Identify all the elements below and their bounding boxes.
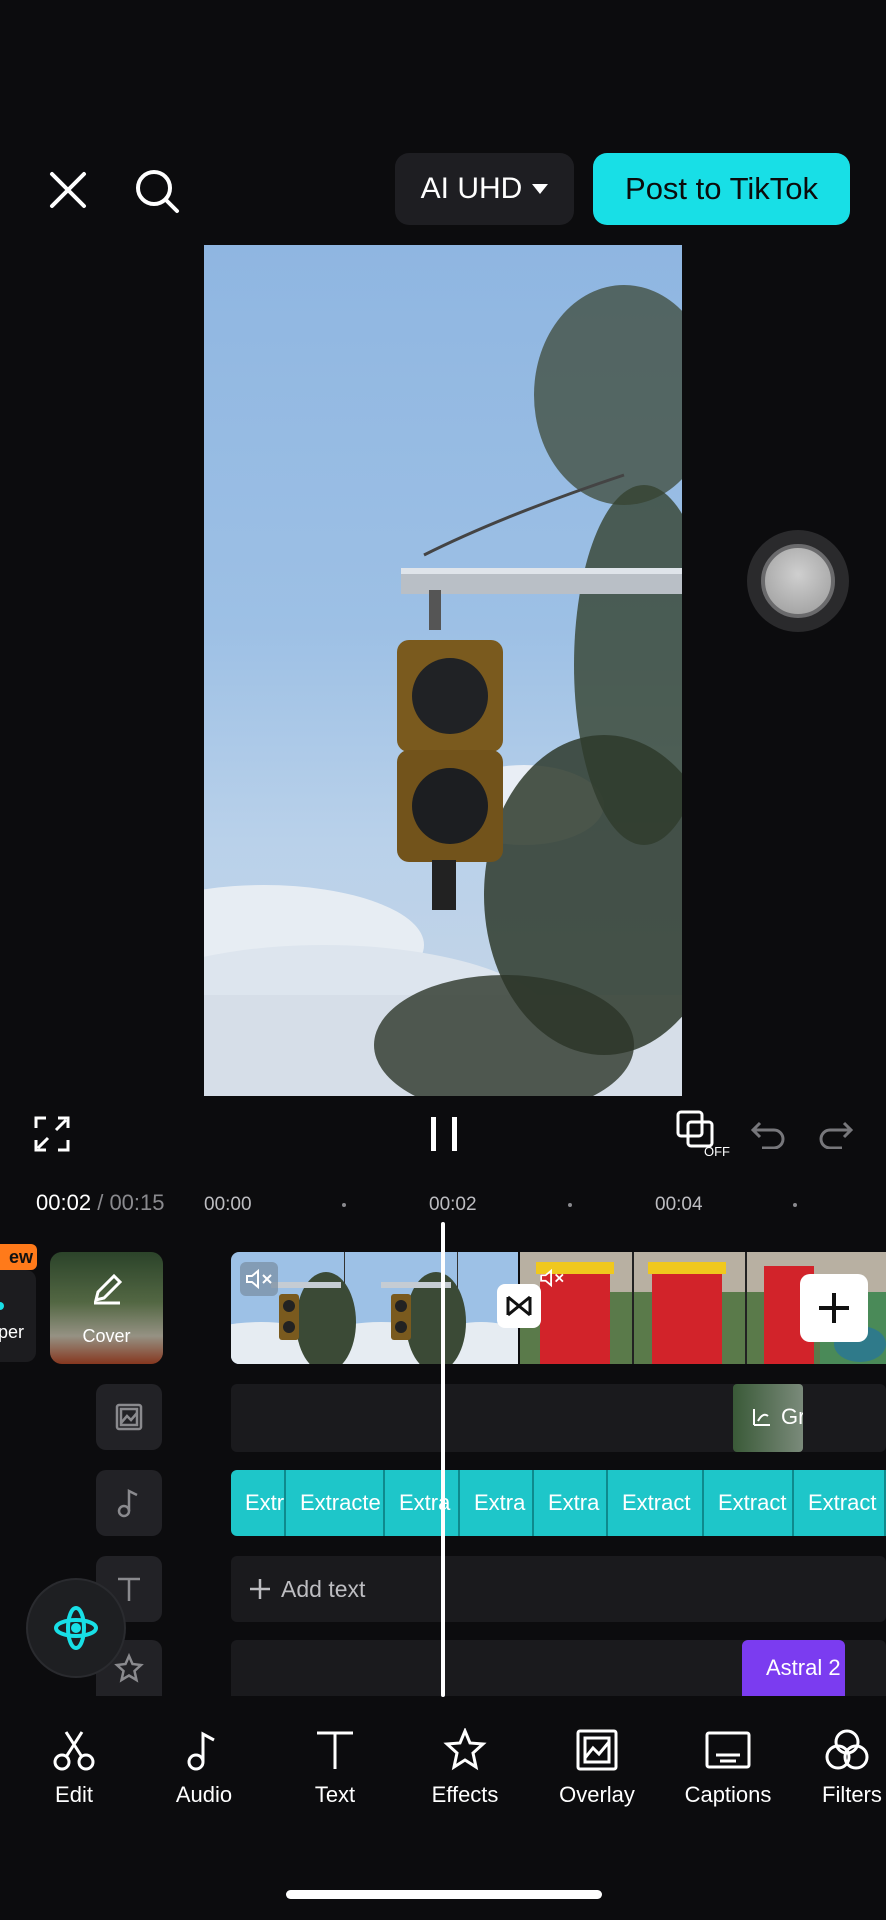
toolbar-text-label: Text [314, 1782, 356, 1807]
overlay-clip[interactable]: Gr [733, 1384, 803, 1452]
timecode: 00:02 / 00:15 [36, 1190, 165, 1216]
music-note-icon [187, 1731, 215, 1771]
toolbar-text[interactable]: Text [275, 1728, 395, 1808]
fullscreen-icon[interactable] [30, 1112, 74, 1156]
ruler-dot [793, 1203, 797, 1207]
cover-label: Cover [82, 1326, 131, 1346]
pause-icon[interactable] [424, 1112, 464, 1156]
toolbar-overlay[interactable]: Overlay [537, 1728, 657, 1808]
quality-label: AI UHD [420, 172, 523, 205]
overlay-track-button[interactable] [96, 1384, 162, 1450]
video-preview[interactable] [204, 245, 682, 1096]
redo-icon[interactable] [816, 1114, 856, 1154]
overlay-icon [576, 1729, 618, 1771]
close-icon[interactable] [44, 166, 92, 214]
toolbar-captions[interactable]: Captions [668, 1728, 788, 1808]
star-icon [443, 1728, 487, 1771]
mute-clip-icon[interactable] [240, 1262, 278, 1296]
audio-segment[interactable]: Extract [794, 1470, 886, 1536]
transition-icon[interactable] [497, 1284, 541, 1328]
audio-track-button[interactable] [96, 1470, 162, 1536]
toolbar-captions-label: Captions [684, 1782, 772, 1807]
add-text-label: Add text [281, 1575, 366, 1602]
audio-segment[interactable]: Extract [704, 1470, 794, 1536]
status-dot [0, 1302, 4, 1310]
text-icon [317, 1731, 353, 1769]
toolbar-effects-label: Effects [431, 1782, 499, 1807]
overlay-link-icon [753, 1409, 770, 1426]
toolbar-audio-label: Audio [175, 1782, 233, 1807]
home-indicator [286, 1890, 602, 1899]
ruler-dot [342, 1203, 346, 1207]
search-icon[interactable] [130, 164, 184, 218]
cover-thumbnail[interactable]: Cover [50, 1252, 163, 1364]
toolbar-overlay-label: Overlay [559, 1782, 635, 1807]
audio-segment[interactable]: Extra [534, 1470, 608, 1536]
orbit-icon [54, 1606, 98, 1650]
filters-icon [825, 1729, 869, 1770]
preview-frame-illustration [204, 285, 682, 1096]
plus-icon [819, 1293, 849, 1323]
total-time: 00:15 [109, 1190, 165, 1215]
new-badge: ew [0, 1244, 37, 1270]
audio-segment[interactable]: Extr [231, 1470, 286, 1536]
effect-clip[interactable]: Astral 2 [742, 1640, 845, 1696]
audio-segment[interactable]: Extra [460, 1470, 534, 1536]
audio-segment[interactable]: Extra [385, 1470, 460, 1536]
side-tool-label: per [0, 1322, 25, 1342]
quality-dropdown[interactable]: AI UHD [395, 153, 574, 225]
music-note-icon [117, 1488, 138, 1518]
current-time: 00:02 [36, 1190, 92, 1215]
ai-assistant-button[interactable] [28, 1580, 124, 1676]
text-icon [118, 1577, 140, 1601]
star-icon [114, 1653, 144, 1683]
pencil-icon [93, 1273, 123, 1305]
toolbar-filters-label: Filters [822, 1782, 882, 1807]
floating-assist-button[interactable] [747, 530, 849, 632]
plus-icon [250, 1579, 270, 1599]
toolbar-effects[interactable]: Effects [405, 1728, 525, 1808]
keyframe-off-icon[interactable]: OFF [674, 1108, 730, 1160]
toolbar-filters[interactable]: Filters [798, 1728, 886, 1808]
scissors-icon [53, 1731, 95, 1771]
post-to-tiktok-button[interactable]: Post to TikTok [593, 153, 850, 225]
caret-down-icon [532, 184, 549, 194]
svg-text:OFF: OFF [704, 1144, 730, 1159]
overlay-clip-label: Gr [781, 1404, 803, 1429]
undo-icon[interactable] [748, 1114, 788, 1154]
ruler-label: 00:04 [655, 1194, 703, 1215]
toolbar-edit-label: Edit [55, 1782, 93, 1807]
side-tool-item[interactable]: per [0, 1270, 36, 1362]
ruler-label: 00:00 [204, 1194, 252, 1215]
audio-segment[interactable]: Extract [608, 1470, 704, 1536]
captions-icon [705, 1731, 751, 1769]
playhead[interactable] [441, 1222, 445, 1697]
image-icon [115, 1403, 143, 1431]
audio-segment[interactable]: Extracte [286, 1470, 385, 1536]
add-text-button[interactable]: Add text [231, 1556, 886, 1622]
ruler-label: 00:02 [429, 1194, 477, 1215]
toolbar-audio[interactable]: Audio [144, 1728, 264, 1808]
ruler-dot [568, 1203, 572, 1207]
time-separator: / [97, 1190, 104, 1215]
add-clip-button[interactable] [800, 1274, 868, 1342]
toolbar-edit[interactable]: Edit [14, 1728, 134, 1808]
